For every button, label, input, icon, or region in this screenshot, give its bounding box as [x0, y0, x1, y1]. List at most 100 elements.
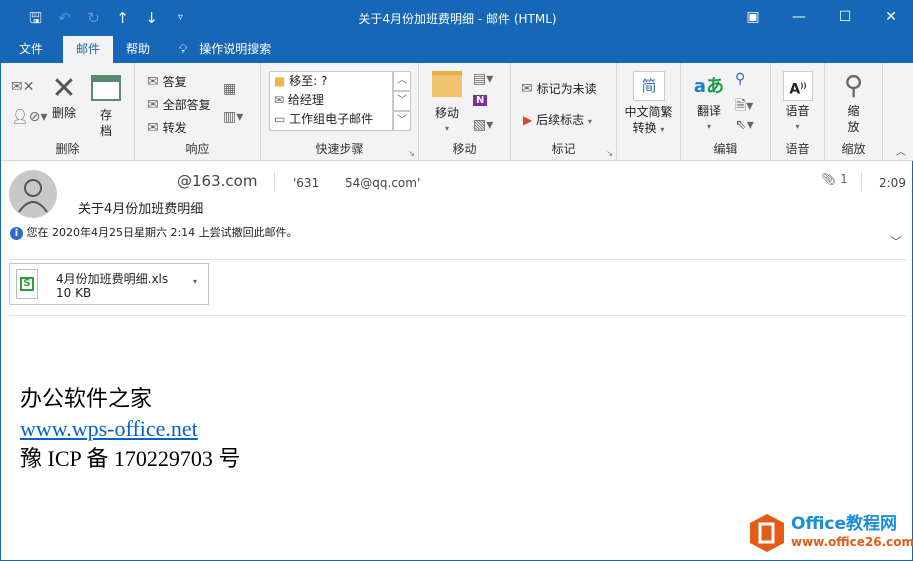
- forward-button[interactable]: ✉ 转发: [147, 119, 187, 136]
- mark-unread-icon: ✉: [521, 81, 533, 97]
- close-button[interactable]: ✕: [868, 1, 913, 33]
- expand-gallery-icon[interactable]: ﹀: [393, 111, 411, 131]
- speech-label: 语音: [785, 104, 810, 118]
- reply-label: 答复: [162, 75, 187, 89]
- maximize-button[interactable]: ☐: [822, 1, 868, 33]
- flag-icon: ▶: [523, 113, 533, 127]
- dialog-launcher-icon[interactable]: ↘: [606, 149, 613, 158]
- collapse-ribbon-icon[interactable]: ︿: [896, 143, 906, 158]
- forward-icon: ✉: [147, 120, 159, 136]
- spreadsheet-file-icon: S: [16, 269, 38, 299]
- sender-address[interactable]: @163.com: [177, 172, 257, 190]
- attachment-size: 10 KB: [56, 286, 92, 300]
- move-button[interactable]: 移动 ▾: [429, 71, 465, 137]
- follow-up-button[interactable]: ▶ 后续标志 ▾: [523, 111, 592, 128]
- group-label: 编辑: [713, 142, 738, 156]
- watermark-url: www.office26.com: [791, 535, 913, 549]
- speech-button[interactable]: 语音 ▾: [771, 103, 824, 135]
- tab-mail[interactable]: 邮件: [63, 36, 114, 63]
- group-respond: ✉ 答复 ✉ 全部答复 ✉ 转发 ▦ ▥▾ 响应: [135, 63, 261, 161]
- received-time: 2:09: [879, 176, 906, 190]
- archive-button[interactable]: 存档: [89, 75, 123, 139]
- lightbulb-icon: 💡︎: [179, 42, 188, 56]
- avatar: [9, 170, 57, 218]
- group-label: 响应: [185, 142, 210, 156]
- dialog-launcher-icon[interactable]: ↘: [408, 149, 415, 158]
- translate-icon: aあ: [693, 76, 725, 97]
- group-label: 快速步骤: [315, 142, 364, 156]
- quick-steps-gallery: ■ 移至: ? ✉ 给经理 ▭ 工作组电子邮件: [269, 71, 393, 131]
- ribbon-display-icon[interactable]: ▣: [730, 1, 776, 33]
- group-label: 缩放: [841, 142, 866, 156]
- folder-move-icon: [432, 71, 462, 97]
- junk-icon[interactable]: 👤︎⊘▾: [11, 109, 48, 125]
- quick-step-to-manager[interactable]: ✉ 给经理: [270, 91, 392, 110]
- reply-all-button[interactable]: ✉ 全部答复: [147, 96, 211, 113]
- info-icon: i: [10, 227, 23, 240]
- group-label: 移动: [452, 142, 477, 156]
- follow-up-label: 后续标志: [536, 113, 585, 127]
- find-icon[interactable]: ⚲: [735, 71, 745, 87]
- group-label: 语音: [785, 142, 810, 156]
- info-bar: i 您在 2020年4月25日星期六 2:14 上尝试撤回此邮件。: [10, 224, 298, 240]
- translate-label: 翻译: [696, 104, 721, 118]
- title-bar: 🖫 ↶ ↻ ↑ ↓ ▿ 关于4月份加班费明细 - 邮件 (HTML) ▣ — ☐…: [1, 1, 913, 36]
- tab-help[interactable]: 帮助: [126, 36, 150, 63]
- quick-step-label: 工作组电子邮件: [289, 112, 374, 126]
- recipient-2[interactable]: 54@qq.com': [345, 176, 420, 190]
- group-zoom: ⚲ 缩放 缩放: [825, 63, 883, 161]
- minimize-button[interactable]: —: [776, 1, 822, 33]
- mark-unread-button[interactable]: ✉ 标记为未读: [521, 80, 597, 97]
- quick-step-move-to[interactable]: ■ 移至: ?: [270, 72, 392, 91]
- delete-icon: ✕: [51, 71, 77, 106]
- delete-label: 删除: [51, 106, 76, 120]
- read-aloud-icon[interactable]: A)): [783, 71, 813, 101]
- expand-header-icon[interactable]: ﹀: [890, 233, 902, 250]
- recipient-1[interactable]: '631: [293, 176, 319, 190]
- meeting-icon[interactable]: ▦: [223, 81, 236, 97]
- quick-step-label: 给经理: [287, 93, 324, 107]
- simplified-traditional-icon: 简: [633, 71, 665, 101]
- zoom-label-2: 放: [847, 120, 860, 134]
- tell-me-search[interactable]: 💡︎ 操作说明搜索: [179, 36, 271, 63]
- tell-me-label: 操作说明搜索: [199, 42, 272, 56]
- onenote-icon[interactable]: N: [473, 95, 488, 106]
- watermark-brand: Office教程网: [791, 514, 898, 534]
- replace-icon[interactable]: 🗎︎▾: [735, 95, 753, 119]
- delete-button[interactable]: ✕ 删除: [45, 73, 83, 121]
- group-speech: A)) 语音 ▾ 语音: [771, 63, 825, 161]
- quick-step-team-email[interactable]: ▭ 工作组电子邮件: [270, 110, 392, 129]
- scroll-up-icon[interactable]: ︿: [393, 71, 411, 91]
- group-chinese-conversion[interactable]: 简 中文简繁 转换 ▾: [617, 63, 681, 161]
- translate-button[interactable]: aあ 翻译 ▾: [691, 71, 727, 135]
- attachment-item[interactable]: S 4月份加班费明细.xls 10 KB ▾: [9, 263, 209, 305]
- ignore-icon[interactable]: ✉✕: [11, 79, 34, 95]
- tab-file[interactable]: 文件: [19, 36, 43, 63]
- move-label: 移动: [434, 106, 459, 120]
- reply-all-label: 全部答复: [162, 98, 211, 112]
- group-label: 标记: [551, 142, 576, 156]
- reply-button[interactable]: ✉ 答复: [147, 73, 187, 90]
- zoom-label-1: 缩: [847, 104, 860, 118]
- mark-unread-label: 标记为未读: [536, 82, 597, 96]
- actions-icon[interactable]: ▧▾: [473, 117, 493, 133]
- paperclip-icon: 📎︎: [821, 172, 837, 186]
- group-delete: ✉✕ 👤︎⊘▾ ✕ 删除 存档 删除: [1, 63, 135, 161]
- rules-icon[interactable]: ▤▾: [473, 71, 493, 87]
- reply-all-icon: ✉: [147, 97, 159, 113]
- group-move: 移动 ▾ ▤▾ N ▧▾ 移动: [419, 63, 511, 161]
- website-link[interactable]: www.wps-office.net: [20, 416, 198, 441]
- body-line: 豫 ICP 备 170229703 号: [20, 446, 241, 471]
- group-quick-steps: ■ 移至: ? ✉ 给经理 ▭ 工作组电子邮件 ︿ ﹀ ﹀ 快速步骤 ↘: [261, 63, 419, 161]
- scroll-down-icon[interactable]: ﹀: [393, 91, 411, 111]
- select-icon[interactable]: ⇖▾: [735, 117, 754, 133]
- more-respond-icon[interactable]: ▥▾: [223, 109, 243, 125]
- magnifier-icon: ⚲: [843, 71, 864, 101]
- forward-label: 转发: [162, 121, 187, 135]
- zoom-button[interactable]: ⚲ 缩放: [825, 69, 882, 135]
- reply-icon: ✉: [147, 74, 159, 90]
- message-body: 办公软件之家 www.wps-office.net 豫 ICP 备 170229…: [20, 384, 240, 474]
- watermark-logo: Office教程网 www.office26.com: [749, 513, 913, 553]
- attachment-dropdown-icon[interactable]: ▾: [193, 277, 197, 286]
- attachment-name: 4月份加班费明细.xls: [56, 272, 169, 286]
